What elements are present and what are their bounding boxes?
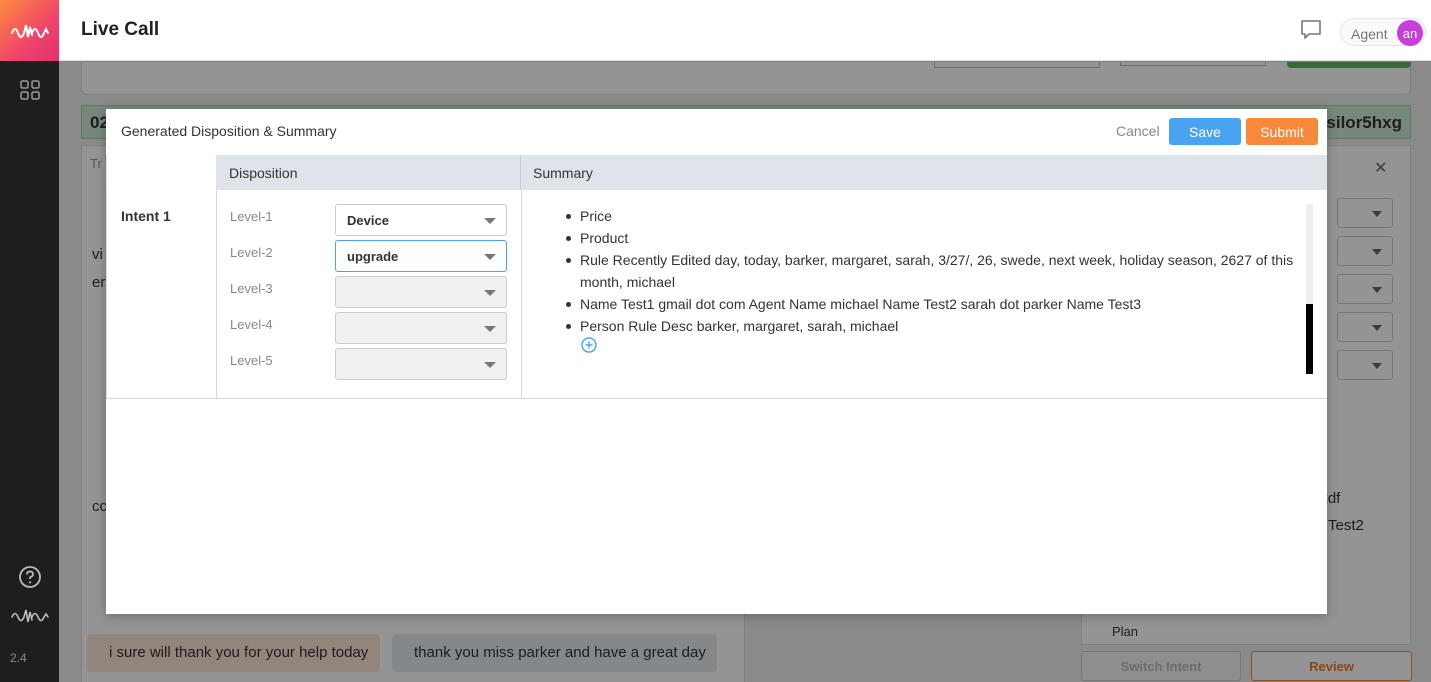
column-border [521, 190, 522, 399]
summary-item: Price [565, 205, 1305, 227]
top-header: Live Call Agent an [59, 0, 1431, 61]
level-2-label: Level-2 [230, 245, 273, 260]
level-5-label: Level-5 [230, 353, 273, 368]
submit-button[interactable]: Submit [1246, 118, 1318, 145]
summary-column-header: Summary [533, 165, 593, 181]
waveform-logo-icon [10, 24, 49, 38]
level-3-label: Level-3 [230, 281, 273, 296]
column-border [216, 190, 217, 399]
app-sidebar: 2.4 [0, 0, 59, 682]
level-2-select[interactable]: upgrade [335, 240, 507, 272]
level-3-select[interactable] [335, 276, 507, 308]
chat-icon[interactable] [1300, 19, 1322, 46]
summary-item: Product [565, 227, 1305, 249]
level-4-label: Level-4 [230, 317, 273, 332]
level-1-select[interactable]: Device [335, 204, 507, 236]
agent-label: Agent [1351, 26, 1388, 42]
add-summary-icon[interactable] [581, 337, 597, 358]
summary-scrollbar-thumb[interactable] [1306, 304, 1313, 374]
column-border [106, 190, 107, 399]
level-2-value: upgrade [347, 249, 399, 264]
agent-menu[interactable]: Agent an [1340, 18, 1426, 46]
cancel-button[interactable]: Cancel [1112, 118, 1164, 145]
summary-item: Person Rule Desc barker, margaret, sarah… [565, 315, 1305, 337]
chevron-down-icon [484, 290, 496, 296]
help-icon[interactable] [0, 565, 59, 589]
summary-item: Name Test1 gmail dot com Agent Name mich… [565, 293, 1305, 315]
summary-list[interactable]: Price Product Rule Recently Edited day, … [565, 205, 1305, 337]
table-header: Disposition Summary [106, 155, 1327, 190]
page-title: Live Call [81, 19, 160, 40]
disposition-column-header: Disposition [229, 165, 298, 181]
avatar: an [1397, 20, 1423, 46]
app-logo[interactable] [0, 0, 59, 61]
modal-title: Generated Disposition & Summary [121, 123, 337, 139]
header-blank-cell [106, 155, 216, 190]
level-5-select[interactable] [335, 348, 507, 380]
intent-label: Intent 1 [121, 208, 171, 224]
app-version: 2.4 [10, 651, 27, 665]
level-1-label: Level-1 [230, 209, 273, 224]
grid-icon[interactable] [0, 80, 59, 100]
chevron-down-icon [484, 362, 496, 368]
save-button[interactable]: Save [1169, 118, 1241, 145]
disposition-summary-modal: Generated Disposition & Summary Cancel S… [106, 109, 1327, 614]
level-1-value: Device [347, 213, 389, 228]
level-4-select[interactable] [335, 312, 507, 344]
waveform-small-icon [0, 607, 59, 625]
summary-item: Rule Recently Edited day, today, barker,… [565, 249, 1305, 293]
chevron-down-icon [484, 254, 496, 260]
table-row: Intent 1 Level-1 Device Level-2 upgrade … [106, 190, 1327, 399]
header-divider [520, 155, 521, 190]
chevron-down-icon [484, 326, 496, 332]
chevron-down-icon [484, 218, 496, 224]
